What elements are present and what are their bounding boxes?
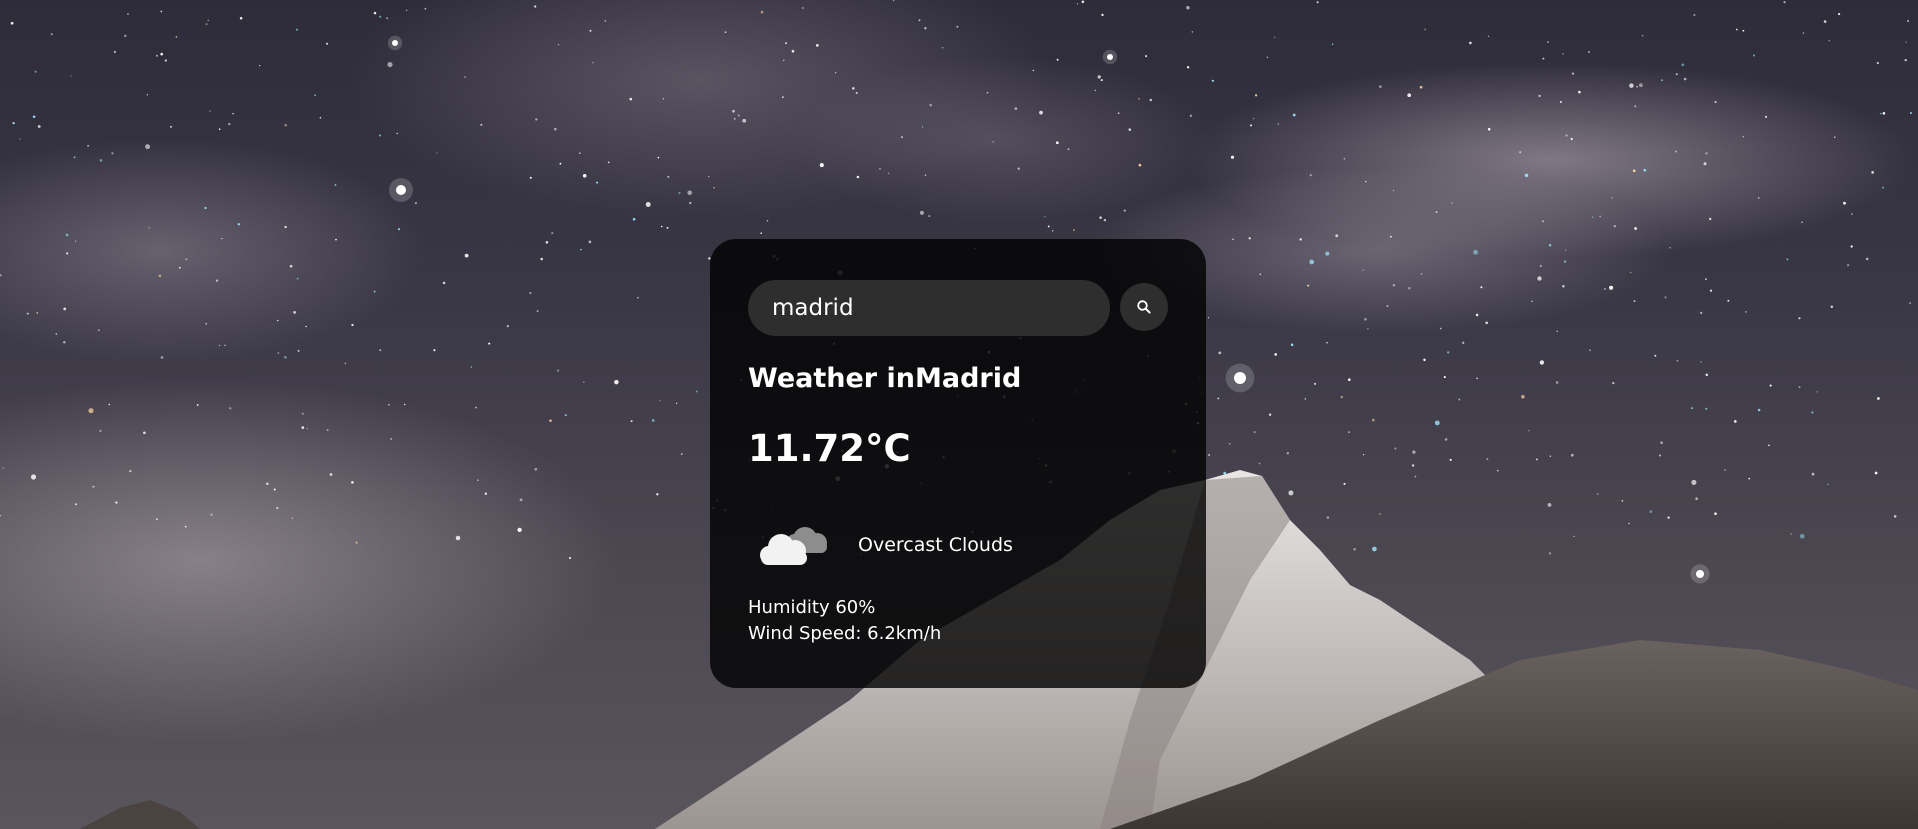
city-prefix: Weather in — [748, 363, 915, 394]
search-button[interactable] — [1120, 283, 1168, 331]
city-name: Madrid — [914, 363, 1022, 394]
city-heading: Weather inMadrid — [748, 363, 1021, 394]
search-icon — [1137, 300, 1151, 314]
weather-card: Weather inMadrid 11.72°C — [710, 239, 1206, 688]
background-photo: Weather inMadrid 11.72°C — [0, 0, 1918, 829]
search-bar — [748, 280, 1172, 336]
overcast-clouds-icon — [748, 515, 838, 575]
condition-row: Overcast Clouds — [748, 515, 1013, 575]
wind-speed-text: Wind Speed: 6.2km/h — [748, 623, 942, 644]
city-search-input[interactable] — [748, 280, 1110, 336]
temperature: 11.72°C — [748, 427, 911, 470]
weather-description: Overcast Clouds — [858, 534, 1013, 556]
humidity-text: Humidity 60% — [748, 597, 876, 618]
